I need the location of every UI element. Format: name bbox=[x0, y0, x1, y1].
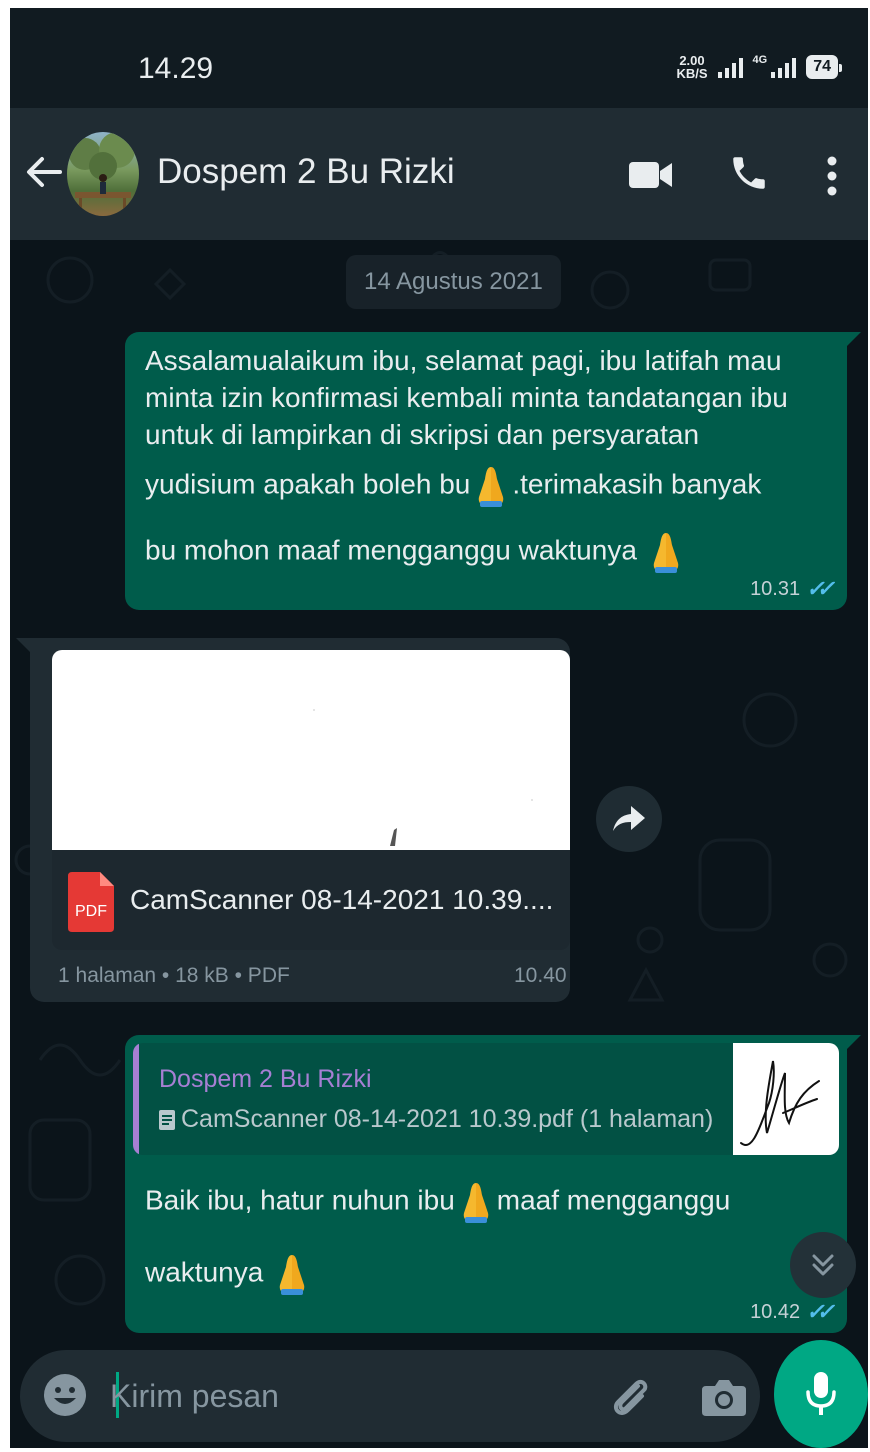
attachment-paperclip-icon[interactable] bbox=[608, 1374, 654, 1420]
contact-avatar[interactable] bbox=[67, 132, 139, 216]
message-segment: yudisium apakah boleh bu bbox=[145, 468, 471, 500]
message-line: untuk di lampirkan di skripsi dan persya… bbox=[145, 419, 700, 450]
message-segment: maaf mengganggu bbox=[496, 1184, 731, 1216]
bubble-tail bbox=[847, 1035, 861, 1049]
message-composer bbox=[10, 1340, 868, 1448]
camera-icon[interactable] bbox=[702, 1376, 746, 1416]
status-indicators: 2.00 KB/S 4G 74 bbox=[676, 54, 842, 80]
status-time: 14.29 bbox=[138, 52, 214, 85]
message-line: bu mohon maaf mengganggu waktunya bbox=[145, 529, 835, 575]
read-receipt-icon: ✓✓ bbox=[806, 1299, 835, 1324]
back-arrow-icon[interactable] bbox=[24, 152, 64, 192]
battery-indicator: 74 bbox=[806, 55, 842, 79]
quoted-file: CamScanner 08-14-2021 10.39.pdf (1 halam… bbox=[159, 1105, 713, 1134]
pdf-icon-label: PDF bbox=[75, 903, 107, 920]
signal-1-icon bbox=[717, 56, 743, 78]
outgoing-reply-message[interactable]: Dospem 2 Bu Rizki CamScanner 08-14-2021 … bbox=[125, 1035, 861, 1333]
message-time: 10.31 bbox=[750, 577, 801, 600]
message-input[interactable] bbox=[110, 1368, 550, 1424]
message-segment: waktunya bbox=[145, 1256, 264, 1288]
document-icon bbox=[159, 1109, 175, 1130]
chat-header: Dospem 2 Bu Rizki bbox=[10, 108, 868, 240]
message-text: Assalamualaikum ibu, selamat pagi, ibu l… bbox=[145, 342, 835, 575]
signal-2-icon bbox=[771, 56, 797, 78]
voice-record-button[interactable] bbox=[774, 1340, 868, 1448]
incoming-document-message[interactable]: PDF CamScanner 08-14-2021 10.39.... 1 ha… bbox=[16, 638, 570, 1002]
document-info: 1 halaman • 18 kB • PDF bbox=[58, 964, 290, 987]
message-line: Assalamualaikum ibu, selamat pagi, ibu l… bbox=[145, 345, 782, 376]
praying-hands-emoji-icon bbox=[280, 1255, 305, 1295]
forward-arrow-icon bbox=[613, 806, 645, 831]
message-line: Baik ibu, hatur nuhun ibu maaf mengganggu bbox=[145, 1179, 805, 1225]
microphone-icon bbox=[806, 1372, 836, 1415]
network-type-label: 4G bbox=[752, 54, 768, 66]
network-speed: 2.00 KB/S bbox=[676, 54, 707, 80]
document-filename: CamScanner 08-14-2021 10.39.... bbox=[130, 884, 554, 915]
emoji-icon[interactable] bbox=[42, 1372, 88, 1418]
quoted-message[interactable]: Dospem 2 Bu Rizki CamScanner 08-14-2021 … bbox=[133, 1043, 839, 1155]
signature-thumbnail bbox=[733, 1043, 839, 1155]
double-chevron-down-icon bbox=[812, 1254, 834, 1276]
pdf-file-icon: PDF bbox=[68, 872, 114, 932]
more-vert-icon[interactable] bbox=[826, 156, 838, 196]
message-line: minta izin konfirmasi kembali minta tand… bbox=[145, 382, 788, 413]
message-segment: Baik ibu, hatur nuhun ibu bbox=[145, 1184, 455, 1216]
praying-hands-emoji-icon bbox=[653, 533, 679, 573]
forward-button[interactable] bbox=[596, 786, 662, 852]
message-line: yudisium apakah boleh bu .terimakasih ban… bbox=[145, 463, 835, 509]
quoted-file-name: CamScanner 08-14-2021 10.39.pdf (1 halam… bbox=[181, 1105, 714, 1133]
bubble-tail bbox=[16, 638, 30, 652]
message-time: 10.40 bbox=[514, 964, 567, 987]
praying-hands-emoji-icon bbox=[479, 467, 504, 507]
read-receipt-icon: ✓✓ bbox=[806, 576, 835, 601]
message-time: 10.42 bbox=[750, 1300, 801, 1323]
status-bar: 14.29 2.00 KB/S 4G 74 bbox=[10, 8, 868, 108]
document-preview[interactable] bbox=[52, 650, 570, 850]
outgoing-message[interactable]: Assalamualaikum ibu, selamat pagi, ibu l… bbox=[125, 332, 861, 610]
message-segment: bu mohon maaf mengganggu waktunya bbox=[145, 534, 637, 566]
praying-hands-emoji-icon bbox=[463, 1183, 489, 1223]
bubble-tail bbox=[847, 332, 861, 346]
phone-call-icon[interactable] bbox=[728, 152, 770, 194]
contact-name[interactable]: Dospem 2 Bu Rizki bbox=[157, 152, 455, 192]
date-separator: 14 Agustus 2021 bbox=[346, 255, 561, 309]
message-meta: 10.31 ✓✓ bbox=[750, 576, 835, 602]
message-line: waktunya bbox=[145, 1251, 805, 1297]
document-file-row[interactable]: PDF CamScanner 08-14-2021 10.39.... bbox=[52, 850, 570, 950]
message-input-container[interactable] bbox=[20, 1350, 760, 1442]
phone-screen: 14.29 2.00 KB/S 4G 74 Dospem 2 Bu Rizki … bbox=[10, 8, 868, 1448]
quoted-sender-name: Dospem 2 Bu Rizki bbox=[159, 1065, 372, 1093]
message-text: Baik ibu, hatur nuhun ibu maaf mengganggu… bbox=[145, 1167, 805, 1297]
message-segment: .terimakasih banyak bbox=[512, 468, 762, 500]
video-call-icon[interactable] bbox=[629, 160, 673, 190]
message-meta: 10.42 ✓✓ bbox=[750, 1299, 835, 1325]
quote-accent-bar bbox=[133, 1043, 139, 1155]
scroll-to-bottom-button[interactable] bbox=[790, 1232, 856, 1298]
network-speed-unit: KB/S bbox=[676, 66, 708, 81]
chat-area[interactable]: 14 Agustus 2021 Assalamualaikum ibu, sel… bbox=[10, 240, 868, 1340]
